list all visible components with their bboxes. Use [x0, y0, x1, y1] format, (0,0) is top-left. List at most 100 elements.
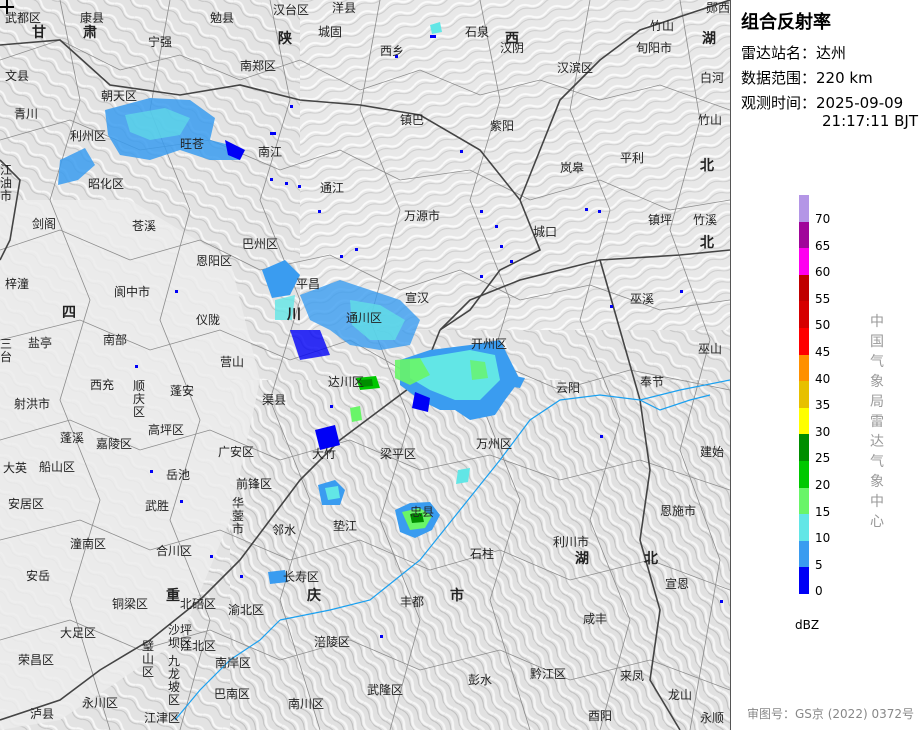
city-label: 城固: [318, 25, 343, 39]
city-label: 九龙坡区: [168, 654, 181, 707]
province-label: 北: [644, 551, 658, 567]
city-label: 璧山区: [142, 639, 155, 679]
city-label: 巫溪: [630, 292, 655, 306]
city-label: 郧西: [706, 1, 730, 15]
city-label: 广安区: [218, 445, 255, 459]
city-label: 旬阳市: [636, 41, 673, 55]
legend-swatch: [799, 407, 809, 435]
city-label: 文县: [5, 69, 30, 83]
province-label: 甘: [32, 25, 46, 41]
city-label: 西乡: [380, 44, 405, 58]
time-label: 观测时间：: [741, 94, 817, 112]
legend-swatch: [799, 487, 809, 515]
city-label: 龙山: [668, 688, 693, 702]
city-label: 长寿区: [283, 570, 320, 584]
city-label: 洋县: [332, 1, 357, 15]
city-label: 泸县: [30, 707, 55, 721]
product-title: 组合反射率: [741, 12, 831, 33]
city-label: 恩施市: [660, 504, 697, 518]
legend-swatch: [799, 461, 809, 488]
legend-value: 15: [815, 504, 831, 519]
city-label: 涪陵区: [314, 635, 351, 649]
city-label: 潼南区: [70, 537, 107, 551]
city-label: 宁强: [148, 35, 173, 49]
city-label: 大竹: [312, 447, 337, 461]
province-label: 北: [700, 235, 714, 251]
city-label: 彭水: [468, 673, 493, 687]
city-label: 汉滨区: [557, 61, 594, 75]
province-label: 重: [166, 588, 180, 604]
city-label: 梓潼: [5, 277, 30, 291]
city-label: 剑阁: [32, 217, 57, 231]
legend-value: 65: [815, 238, 831, 253]
province-label: 四: [62, 305, 76, 321]
range-label: 数据范围：: [741, 69, 817, 87]
city-label: 岚皋: [560, 161, 585, 175]
legend-value: 35: [815, 398, 831, 413]
range-row: 数据范围：220 km: [741, 67, 873, 88]
city-label: 合川区: [156, 544, 193, 558]
city-label: 西充: [90, 378, 115, 392]
city-label: 渝北区: [228, 603, 265, 617]
city-label: 康县: [80, 11, 105, 25]
terrain-basemap: [0, 0, 730, 730]
city-label: 顺庆区: [133, 379, 146, 419]
legend-value: 45: [815, 345, 831, 359]
legend-swatch: [799, 328, 809, 355]
city-label: 苍溪: [132, 219, 157, 233]
legend-value: 60: [815, 265, 831, 280]
city-label: 万州区: [476, 437, 513, 451]
city-label: 巴南区: [214, 687, 251, 701]
city-label: 南郑区: [240, 59, 277, 73]
province-label: 北: [700, 158, 714, 174]
legend-value: 25: [815, 451, 831, 466]
city-label: 通川区: [346, 311, 383, 325]
city-label: 营山: [220, 355, 245, 369]
city-label: 永川区: [82, 696, 119, 710]
city-label: 万源市: [404, 209, 441, 223]
station-label: 雷达站名：: [741, 44, 817, 62]
province-label: 川: [287, 307, 301, 323]
city-label: 镇巴: [400, 113, 425, 127]
city-label: 云阳: [556, 381, 581, 395]
city-label: 阆中市: [114, 285, 151, 299]
city-label: 仪陇: [196, 313, 221, 327]
city-label: 安居区: [8, 497, 45, 511]
city-label: 垫江: [333, 519, 358, 533]
province-label: 陕: [278, 31, 292, 47]
city-label: 高坪区: [148, 423, 185, 437]
radar-product-view: 甘 肃 陕 西 湖 北 北 四 川 湖 北 重 庆 市 武都区 康县 勉县 汉台…: [0, 0, 920, 730]
time-date: 2025-09-09: [816, 94, 904, 112]
city-label: 宣恩: [665, 577, 690, 591]
city-label: 开州区: [471, 337, 508, 351]
legend-value: 20: [815, 478, 831, 492]
radar-map[interactable]: 甘 肃 陕 西 湖 北 北 四 川 湖 北 重 庆 市 武都区 康县 勉县 汉台…: [0, 0, 730, 730]
legend-swatch: [799, 221, 809, 249]
range-value: 220 km: [816, 69, 873, 87]
city-label: 竹溪: [693, 213, 718, 227]
city-label: 嘉陵区: [96, 437, 133, 451]
legend-swatch: [799, 540, 809, 568]
city-label: 汉阴: [500, 41, 525, 55]
legend-unit: dBZ: [795, 618, 820, 632]
city-label: 镇坪: [648, 213, 673, 227]
city-label: 石泉: [465, 25, 490, 39]
province-label: 湖: [702, 31, 716, 47]
city-label: 射洪市: [14, 397, 51, 411]
city-label: 城口: [533, 225, 558, 239]
station-row: 雷达站名：达州: [741, 42, 846, 63]
organization-label: 中国气象局雷达气象中心: [870, 314, 884, 530]
legend-swatch: [799, 354, 809, 382]
city-label: 竹山: [650, 19, 675, 33]
city-label: 忠县: [410, 505, 435, 519]
city-label: 江津区: [144, 711, 181, 725]
city-label: 汉台区: [273, 3, 310, 17]
legend-swatch: [799, 381, 809, 409]
city-label: 达川区: [328, 375, 365, 389]
city-label: 邻水: [272, 523, 297, 537]
legend-swatch: [799, 567, 809, 595]
city-label: 南川区: [288, 697, 325, 711]
city-label: 武胜: [145, 499, 170, 513]
city-label: 永顺: [700, 711, 725, 725]
time-row: 观测时间：2025-09-09: [741, 92, 903, 113]
